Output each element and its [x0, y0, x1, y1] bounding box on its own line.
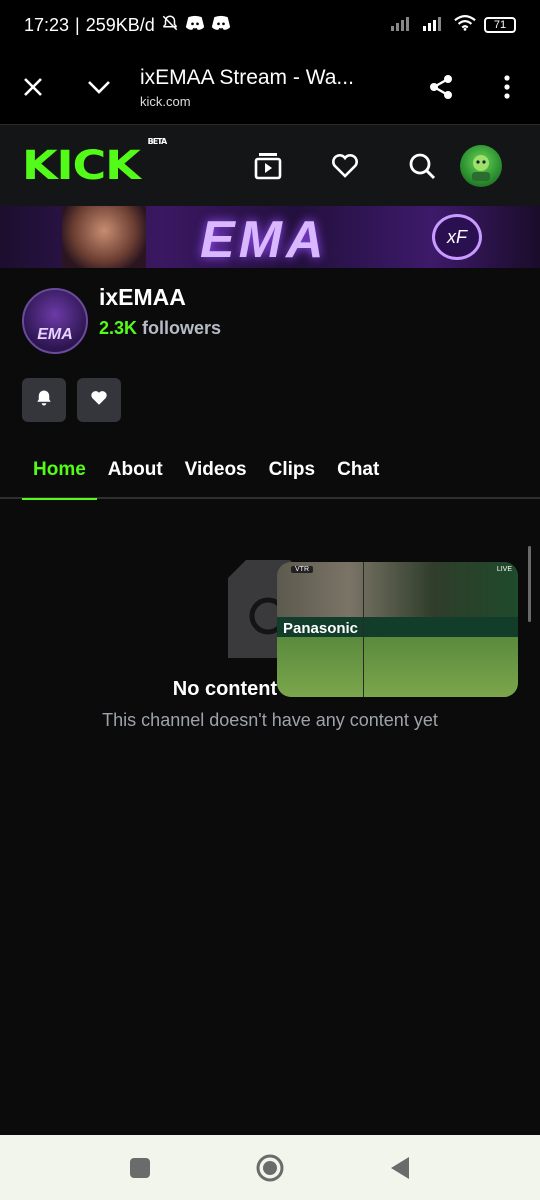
status-divider: | [75, 14, 80, 35]
pip-video-player[interactable]: Panasonic VTR LIVE [277, 562, 518, 697]
bell-icon [35, 389, 53, 412]
status-speed: 259KB/d [85, 14, 155, 35]
user-avatar[interactable] [460, 145, 502, 187]
pip-crowd [277, 562, 518, 620]
scrollbar[interactable] [528, 546, 531, 622]
page-title-area[interactable]: ixEMAA Stream - Wa... kick.com [132, 66, 408, 109]
chevron-down-icon[interactable] [66, 50, 132, 124]
page-url: kick.com [140, 93, 191, 109]
heart-icon[interactable] [306, 125, 383, 207]
status-bar: 17:23 | 259KB/d 71 [0, 0, 540, 50]
kick-logo[interactable]: KICK BETA [22, 137, 167, 189]
followers-line: 2.3K followers [99, 318, 221, 339]
banner-portrait [62, 206, 146, 268]
channel-banner: EMA xF [0, 206, 540, 268]
tab-home[interactable]: Home [22, 442, 97, 500]
site-header: KICK BETA [0, 124, 540, 206]
share-icon[interactable] [408, 50, 474, 124]
pip-ad-text: Panasonic [283, 620, 359, 637]
followers-label: followers [142, 318, 222, 338]
discord-icon [211, 15, 231, 36]
recents-icon[interactable] [120, 1148, 160, 1188]
pip-field [277, 637, 518, 697]
channel-tabs: Home About Videos Clips Chat [0, 442, 540, 500]
banner-title: EMA [200, 211, 328, 268]
close-icon[interactable] [0, 50, 66, 124]
channel-avatar-text: EMA [37, 326, 73, 343]
back-icon[interactable] [380, 1148, 420, 1188]
tab-about[interactable]: About [97, 442, 174, 498]
channel-name: ixEMAA [99, 284, 186, 310]
system-nav-bar [0, 1135, 540, 1200]
pip-live-label: LIVE [496, 566, 512, 573]
status-time: 17:23 [24, 14, 70, 35]
heart-icon [90, 390, 108, 411]
tab-chat[interactable]: Chat [326, 442, 390, 498]
discord-icon [185, 15, 205, 36]
channel-avatar[interactable]: EMA [22, 288, 88, 354]
tab-clips[interactable]: Clips [258, 442, 326, 498]
wifi-icon [454, 14, 476, 37]
search-icon[interactable] [383, 125, 460, 207]
pip-divider [363, 562, 364, 697]
follow-button[interactable] [77, 378, 121, 422]
channel-info: EMA ixEMAA 2.3K followers [0, 268, 540, 358]
home-icon[interactable] [250, 1148, 290, 1188]
signal-icon [390, 15, 414, 36]
tab-videos[interactable]: Videos [174, 442, 258, 498]
followers-count: 2.3K [99, 318, 138, 338]
signal-icon [422, 15, 446, 36]
bell-off-icon [161, 14, 179, 37]
beta-badge: BETA [147, 136, 167, 146]
battery-icon: 71 [484, 17, 516, 33]
more-vert-icon[interactable] [474, 50, 540, 124]
page-title: ixEMAA Stream - Wa... [140, 65, 354, 89]
logo-text: KICK [22, 142, 141, 189]
pip-vtr-label: VTR [291, 566, 313, 573]
empty-state-subtitle: This channel doesn't have any content ye… [102, 710, 438, 730]
banner-coin-logo: xF [432, 214, 482, 260]
browser-toolbar: ixEMAA Stream - Wa... kick.com [0, 50, 540, 124]
following-videos-icon[interactable] [229, 125, 306, 207]
notification-button[interactable] [22, 378, 66, 422]
